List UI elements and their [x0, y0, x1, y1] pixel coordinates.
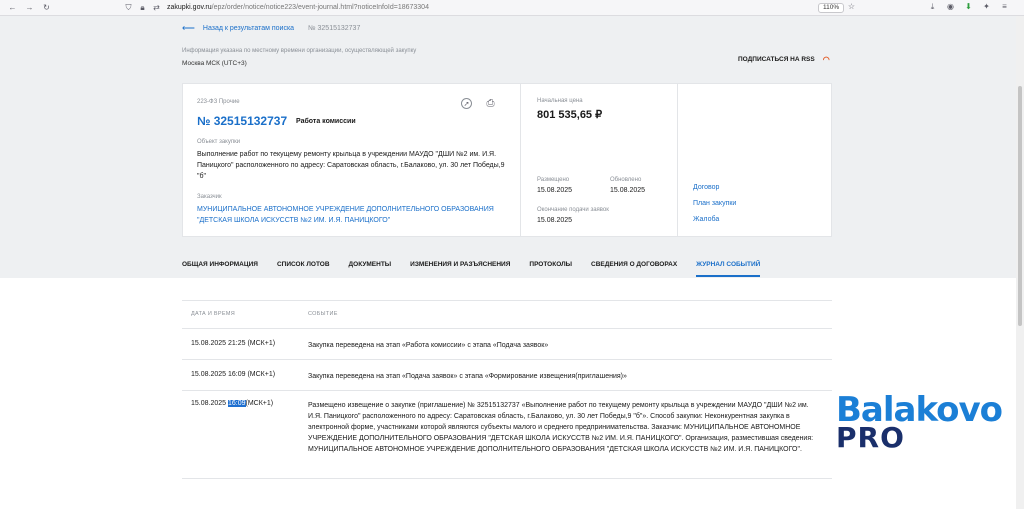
balakovo-pro-logo: Balakovo PRO [836, 392, 1003, 456]
print-icon[interactable]: ⎙ [485, 98, 496, 109]
lock-icon[interactable]: 🔒︎ [138, 3, 147, 12]
notice-main-info: 223-ФЗ Прочие № 32515132737 Работа комис… [183, 84, 520, 236]
table-row: 15.08.2025 16:09(МСК+1) Размещено извеще… [182, 391, 832, 479]
tab-lots[interactable]: СПИСОК ЛОТОВ [277, 260, 330, 278]
shield-icon[interactable]: ⛉ [124, 3, 133, 12]
back-arrow-icon[interactable]: ← [8, 3, 17, 12]
procurement-stage: Работа комиссии [296, 118, 356, 125]
rss-icon: ◠ [822, 55, 830, 64]
left-arrow-icon: ⟵ [182, 23, 195, 33]
updated-label: Обновлено [610, 177, 642, 183]
address-bar[interactable]: zakupki.gov.ru/epz/order/notice/notice22… [167, 4, 429, 11]
browser-nav: ← → ↻ [0, 3, 72, 12]
event-date-tz: (МСК+1) [245, 400, 274, 407]
bookmark-star-icon[interactable]: ☆ [847, 2, 856, 11]
deadline-date: 15.08.2025 [537, 217, 573, 224]
object-text: Выполнение работ по текущему ремонту кры… [197, 151, 505, 180]
event-date: 15.08.2025 21:25 (МСК+1) [191, 340, 276, 347]
download-icon[interactable]: ⤓ [928, 2, 937, 11]
breadcrumb-notice-number: № 32515132737 [308, 25, 361, 32]
card-actions: ➚ ⎙ [461, 98, 496, 109]
event-text: Закупка переведена на этап «Работа комис… [308, 342, 549, 349]
rss-label: ПОДПИСАТЬСЯ НА RSS [738, 56, 815, 63]
browser-toolbar: ← → ↻ ⛉ 🔒︎ ⇄ zakupki.gov.ru/epz/order/no… [0, 0, 1024, 16]
event-date: 15.08.2025 16:09 (МСК+1) [191, 371, 276, 378]
back-label: Назад к результатам поиска [202, 25, 295, 32]
registry-number[interactable]: № 32515132737 [197, 114, 287, 128]
column-date: ДАТА И ВРЕМЯ [191, 311, 235, 317]
scrollbar-thumb[interactable] [1018, 86, 1022, 326]
tab-documents[interactable]: ДОКУМЕНТЫ [349, 260, 392, 278]
logo-line-2: PRO [836, 421, 905, 454]
forward-arrow-icon[interactable]: → [25, 3, 34, 12]
posted-label: Размещено [537, 177, 570, 183]
page-scrollbar[interactable] [1016, 16, 1024, 509]
price-label: Начальная цена [537, 98, 583, 104]
customer-link[interactable]: МУНИЦИПАЛЬНОЕ АВТОНОМНОЕ УЧРЕЖДЕНИЕ ДОПО… [197, 204, 497, 226]
tab-protocols[interactable]: ПРОТОКОЛЫ [529, 260, 572, 278]
timezone-value: Москва МСК (UTC+3) [182, 60, 247, 67]
puzzle-icon[interactable]: ✦ [982, 2, 991, 11]
table-row: 15.08.2025 21:25 (МСК+1) Закупка перевед… [182, 329, 832, 360]
object-label: Объект закупки [197, 139, 241, 145]
complaint-link[interactable]: Жалоба [693, 216, 719, 223]
selected-time-highlight: 16:09 [227, 400, 246, 407]
posted-date: 15.08.2025 [537, 187, 573, 194]
timezone-note: Информация указана по местному времени о… [182, 48, 417, 54]
rss-subscribe-link[interactable]: ПОДПИСАТЬСЯ НА RSS ◠ [738, 55, 830, 64]
initial-price: 801 535,65 ₽ [537, 109, 603, 121]
event-date-day: 15.08.2025 [191, 400, 228, 407]
reload-icon[interactable]: ↻ [42, 3, 51, 12]
tab-changes[interactable]: ИЗМЕНЕНИЯ И РАЗЪЯСНЕНИЯ [410, 260, 510, 278]
compass-icon[interactable]: ➚ [461, 98, 472, 109]
account-icon[interactable]: ◉ [946, 2, 955, 11]
permissions-icon[interactable]: ⇄ [152, 3, 161, 12]
back-to-results-link[interactable]: ⟵ Назад к результатам поиска № 325151327… [182, 23, 360, 34]
extension-icon[interactable]: ⬇ [964, 2, 973, 11]
site-info-icons: ⛉ 🔒︎ ⇄ [124, 3, 161, 12]
tab-event-journal[interactable]: ЖУРНАЛ СОБЫТИЙ [696, 260, 761, 278]
notice-summary-card: 223-ФЗ Прочие № 32515132737 Работа комис… [182, 83, 832, 237]
table-row: 15.08.2025 16:09 (МСК+1) Закупка перевед… [182, 360, 832, 391]
notice-price-dates: Начальная цена 801 535,65 ₽ Размещено 15… [520, 84, 677, 236]
law-type: 223-ФЗ Прочие [197, 99, 240, 105]
procurement-plan-link[interactable]: План закупки [693, 200, 736, 207]
journal-table-header: ДАТА И ВРЕМЯ СОБЫТИЕ [182, 300, 832, 329]
url-domain: zakupki.gov.ru [167, 4, 212, 11]
event-date: 15.08.2025 16:09(МСК+1) [191, 400, 273, 407]
notice-tabs: ОБЩАЯ ИНФОРМАЦИЯ СПИСОК ЛОТОВ ДОКУМЕНТЫ … [182, 260, 779, 278]
customer-label: Заказчик [197, 194, 222, 200]
url-path: /epz/order/notice/notice223/event-journa… [211, 4, 429, 11]
event-text: Закупка переведена на этап «Подача заяво… [308, 373, 627, 380]
updated-date: 15.08.2025 [610, 187, 646, 194]
column-event: СОБЫТИЕ [308, 311, 338, 317]
deadline-label: Окончание подачи заявок [537, 207, 609, 213]
menu-icon[interactable]: ≡ [1000, 2, 1009, 11]
toolbar-right-icons: ⤓ ◉ ⬇ ✦ ≡ [928, 2, 1009, 11]
tab-contracts[interactable]: СВЕДЕНИЯ О ДОГОВОРАХ [591, 260, 677, 278]
contract-link[interactable]: Договор [693, 184, 719, 191]
zoom-indicator[interactable]: 110% [818, 3, 845, 13]
notice-links: Договор План закупки Жалоба [677, 84, 833, 236]
tab-general-info[interactable]: ОБЩАЯ ИНФОРМАЦИЯ [182, 260, 258, 278]
event-text: Размещено извещение о закупке (приглашен… [308, 402, 814, 453]
